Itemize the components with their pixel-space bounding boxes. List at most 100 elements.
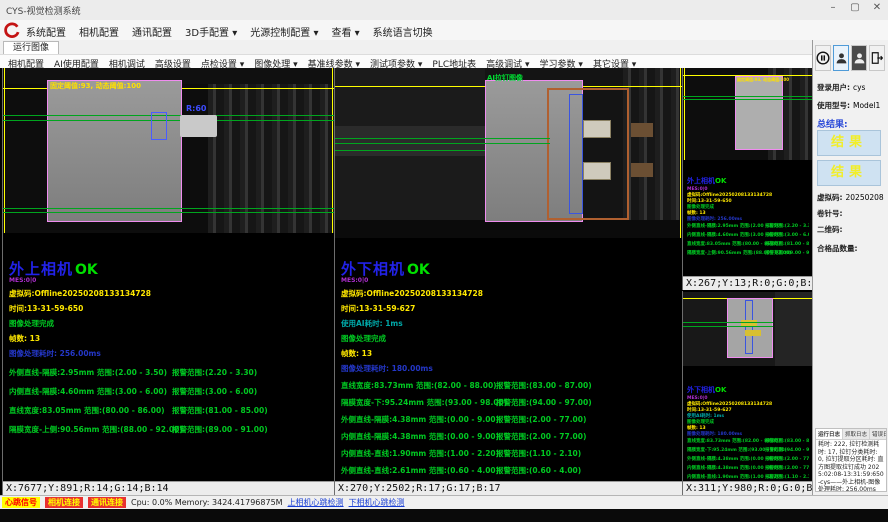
camera-view-mini-top[interactable]: 固定阈值:93, 动态阈值:100 (683, 68, 812, 160)
camera-view-mini-bottom[interactable] (683, 292, 812, 366)
alarm-range: 报警范围:(81.00 - 85.00) (765, 241, 809, 247)
measure-value: 内侧直线-隔膜:4.60mm 范围:(3.00 - 6.00) (9, 386, 167, 397)
measure-value: 外侧直线-隔膜:4.38mm 范围:(0.00 - 9.00) (341, 414, 499, 425)
result-box-lower: 结果 (817, 160, 881, 186)
login-user-row: 登录用户:cys (817, 82, 865, 93)
maximize-button[interactable]: ▢ (848, 2, 862, 13)
qr-code-label: 二维码: (817, 224, 843, 235)
result-ok: OK (715, 177, 726, 185)
total-result-label: 总结果: (817, 117, 848, 130)
frame-count: 帧数: 13 (341, 348, 681, 359)
virtual-barcode: 虚拟码:Offline20250208133134728 (9, 288, 334, 299)
rivet-detection (583, 120, 611, 138)
model-row: 使用型号:Model1 (817, 100, 880, 111)
virtual-code-value: 20250208 (846, 193, 884, 202)
alarm-range: 报警范围:(3.00 - 6.00) (765, 232, 809, 238)
log-tab-capture[interactable]: 抓取日志 (843, 429, 870, 439)
processing-elapsed: 图像处理耗时: 256.00ms (9, 348, 334, 359)
camera-name: 外下相机 (687, 386, 715, 394)
processing-elapsed: 图像处理耗时: 180.00ms (341, 363, 681, 374)
roi-box-blue (151, 112, 167, 140)
user-switch-button[interactable] (851, 45, 867, 71)
machinery-background (623, 68, 682, 238)
measure-value: 隔膜宽度-下:95.24mm 范围:(93.00 - 98.00) (341, 397, 507, 408)
camera-name: 外上相机 (9, 260, 73, 278)
measure-line-green (683, 322, 773, 323)
camera-view-left[interactable]: 固定阈值:93, 动态阈值:100 R:60 (3, 68, 334, 233)
pass-count-label: 合格品数量: (817, 243, 858, 254)
measure-value: 直线宽度:83.73mm 范围:(82.00 - 88.00) (341, 380, 497, 391)
window-title: CYS-视觉检测系统 (6, 4, 81, 17)
measure-value: 内侧直线-隔膜:4.38mm 范围:(0.00 - 9.00) (341, 431, 499, 442)
virtual-code-label: 虚拟码: (817, 193, 843, 202)
menu-language-switch[interactable]: 系统语言切换 (373, 24, 433, 39)
lower-camera-heartbeat-link[interactable]: 下相机心跳检测 (349, 497, 405, 508)
roi-box-blue (745, 300, 753, 354)
menu-bar: 系统配置 相机配置 通讯配置 3D手配置 ▾ 光源控制配置 ▾ 查看 ▾ 系统语… (0, 20, 888, 41)
tab-bar: 运行图像 (0, 40, 812, 54)
camera-view-middle[interactable]: AI拉钉图像 (335, 68, 682, 238)
menu-light-control-config[interactable]: 光源控制配置 ▾ (250, 24, 318, 39)
pause-button[interactable] (815, 45, 831, 71)
threshold-overlay-text: 固定阈值:93, 动态阈值:100 (50, 81, 141, 91)
user-login-button[interactable] (833, 45, 849, 71)
menu-3d-hand-config[interactable]: 3D手配置 ▾ (185, 24, 237, 39)
model-label: 使用型号: (817, 101, 850, 110)
measure-line-green (3, 208, 334, 209)
measurement-row: 隔膜宽度-下:95.24mm 范围:(93.00 - 98.00) 报警范围:(… (341, 397, 681, 410)
left-camera-panel: 固定阈值:93, 动态阈值:100 R:60 外上相机OK MES:0|0 虚拟… (2, 68, 334, 495)
measure-value: 外侧直线-隔膜:2.95mm 范围:(2.00 - 3.50) (9, 367, 167, 378)
tab-run-image[interactable]: 运行图像 (3, 41, 59, 55)
alarm-range: 报警范围:(89.00 - 91.00) (765, 250, 809, 256)
middle-camera-result-text: 外下相机OK MES:0|0 虚拟码:Offline20250208133134… (341, 250, 681, 478)
menu-view[interactable]: 查看 ▾ (331, 24, 359, 39)
measure-line-green (3, 212, 334, 213)
left-pixel-coords: X:7677;Y:891;R:14;G:14;B:14 (3, 481, 334, 495)
rivet-highlight (745, 330, 761, 336)
log-tab-run[interactable]: 运行日志 (816, 429, 843, 439)
measurement-row: 外侧直线-直线:2.61mm 范围:(0.60 - 4.00) 报警范围:(0.… (341, 465, 681, 478)
guide-line-yellow (680, 68, 681, 238)
roi-box-orange (547, 88, 629, 220)
main-area: 固定阈值:93, 动态阈值:100 R:60 外上相机OK MES:0|0 虚拟… (0, 68, 812, 495)
alarm-range: 报警范围:(81.00 - 85.00) (172, 405, 268, 416)
menu-camera-config[interactable]: 相机配置 (79, 24, 119, 39)
frame-count: 帧数: 13 (9, 333, 334, 344)
close-button[interactable]: ✕ (870, 2, 884, 13)
alarm-range: 报警范围:(3.00 - 6.00) (172, 386, 257, 397)
menu-comm-config[interactable]: 通讯配置 (132, 24, 172, 39)
log-text: 耗时: 222, 拉钉检测耗时: 17, 拉钉分类耗时: 0, 拉钉提取分区耗时… (816, 440, 886, 492)
measure-value: 隔膜宽度-上侧:90.56mm 范围:(88.00 - 92.00) (9, 424, 183, 435)
minimize-button[interactable]: – (826, 2, 840, 13)
result-ok: OK (75, 262, 98, 278)
measurement-row: 直线宽度:83.05mm 范围:(80.00 - 86.00) 报警范围:(81… (9, 405, 334, 420)
cpu-memory-status: Cpu: 0.0% Memory: 3424.41796875M (131, 498, 283, 507)
tab-connector (180, 115, 217, 137)
log-tab-error[interactable]: 错误日志 (870, 429, 887, 439)
roi-box-blue (569, 94, 583, 214)
exit-button[interactable] (869, 45, 885, 71)
menu-system-config[interactable]: 系统配置 (26, 24, 66, 39)
processing-done: 图像处理完成 (9, 318, 334, 329)
alarm-range: 报警范围:(1.10 - 2.10) (496, 448, 581, 459)
upper-camera-heartbeat-link[interactable]: 上相机心跳检测 (288, 497, 344, 508)
status-bar: 心跳信号 相机连接 通讯连接 Cpu: 0.0% Memory: 3424.41… (0, 495, 888, 509)
right-sidebar: 登录用户:cys 使用型号:Model1 总结果: 结果 结果 虚拟码:2025… (812, 40, 888, 495)
mini-bottom-result-text: 外下相机OK MES:0|0 虚拟码:Offline20250208133134… (687, 377, 809, 479)
measurement-row: 隔膜宽度-上侧:90.56mm 范围:(88.00 - 92.00) 报警范围:… (9, 424, 334, 439)
measurement-row: 直线宽度:83.73mm 范围:(82.00 - 88.00) 报警范围:(83… (341, 380, 681, 393)
measure-value: 外侧直线-直线:2.61mm 范围:(0.60 - 4.00) (341, 465, 499, 476)
image-bottom-band (335, 220, 682, 238)
mark-overlay-text: R:60 (186, 104, 207, 113)
model-value: Model1 (853, 101, 880, 110)
measure-line-green (3, 120, 334, 121)
alarm-range: 报警范围:(94.00 - 97.00) (765, 447, 809, 453)
measure-value: 直线宽度:83.05mm 范围:(80.00 - 86.00) (9, 405, 165, 416)
alarm-range: 报警范围:(2.00 - 77.00) (765, 456, 809, 462)
machinery-background (775, 292, 812, 366)
measure-value: 内侧直线-直线:1.90mm 范围:(1.00 - 2.20) (341, 448, 499, 459)
comm-connection-badge: 通讯连接 (88, 497, 126, 508)
mini-top-pixel-coords: X:267;Y:13;R:0;G:0;B:0 (683, 276, 812, 290)
measurement-row: 内侧直线-直线:1.90mm 范围:(1.00 - 2.20) 报警范围:(1.… (341, 448, 681, 461)
rivet-detection (583, 162, 611, 180)
